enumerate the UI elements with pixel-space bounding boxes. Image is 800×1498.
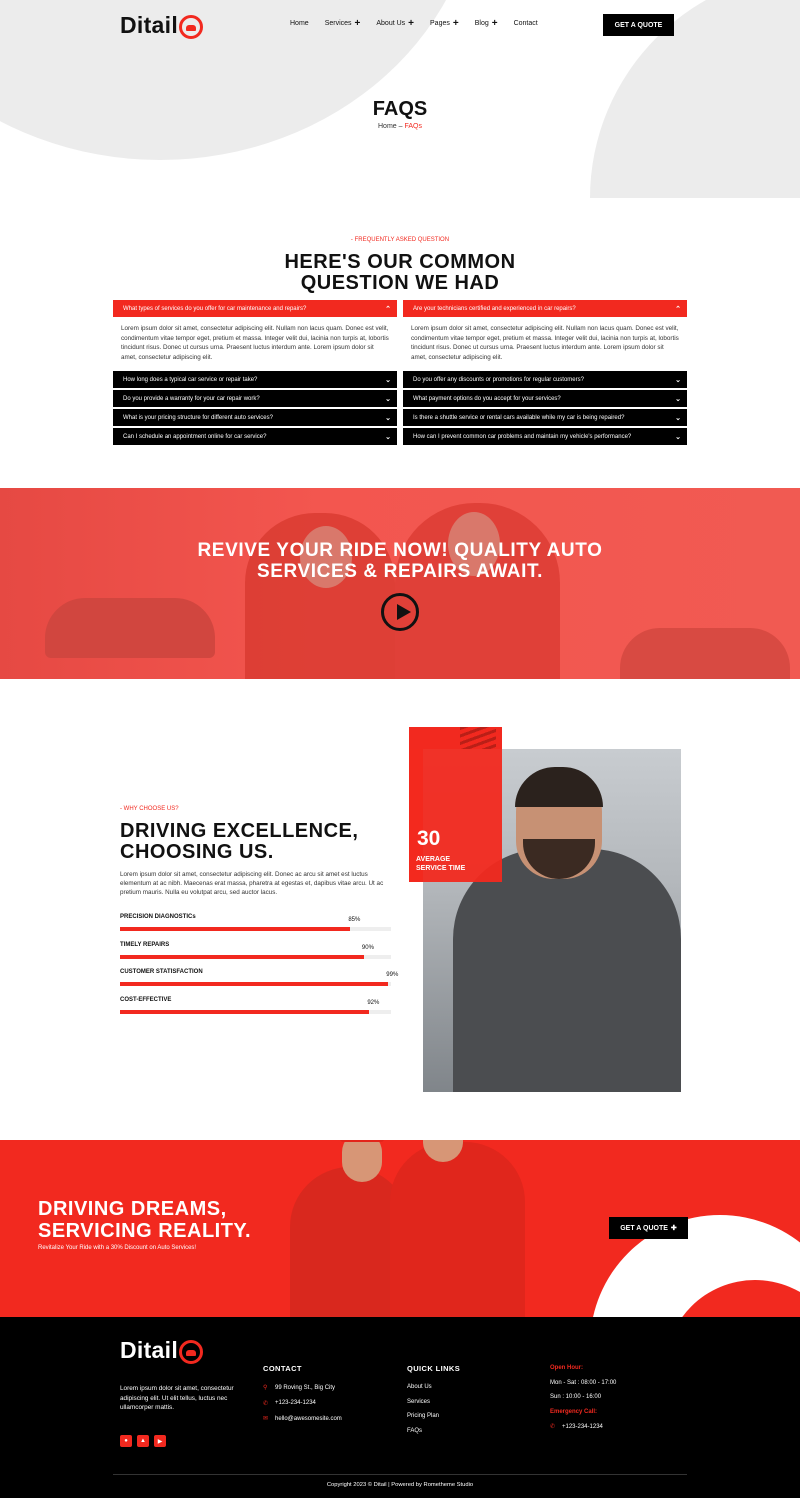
footer-logo[interactable]: Ditail xyxy=(120,1337,204,1364)
footer-divider xyxy=(113,1474,687,1475)
skill-fill xyxy=(120,1009,370,1014)
copyright: Copyright 2023 © Ditail | Powered by Rom… xyxy=(326,1482,474,1488)
skill-bars: PRECISION DIAGNOSTICs 85% TIMELY REPAIRS 9… xyxy=(120,914,398,1025)
faq-question[interactable]: How long does a typical car service or r… xyxy=(113,371,397,388)
plus-icon: ✚ xyxy=(670,1225,677,1232)
site-footer: Ditail Lorem ipsum dolor sit amet, conse… xyxy=(0,1317,800,1498)
chevron-down-icon: ⌄ xyxy=(385,376,391,384)
chevron-down-icon: ⌄ xyxy=(385,395,391,403)
faq-question[interactable]: What is your pricing structure for diffe… xyxy=(113,409,397,426)
skill-fill xyxy=(120,954,364,959)
faq-answer: Lorem ipsum dolor sit amet, consectetur … xyxy=(121,325,389,361)
why-title: DRIVING EXCELLENCE, CHOOSING US. xyxy=(120,820,359,863)
skill-bar: TIMELY REPAIRS 90% xyxy=(120,942,391,970)
skill-fill xyxy=(120,927,351,931)
faq-question[interactable]: Can I schedule an appointment online for… xyxy=(113,428,397,445)
nav-item-home[interactable]: Home xyxy=(290,20,309,27)
footer-description: Lorem ipsum dolor sit amet, consectetur … xyxy=(120,1385,234,1411)
footer-link-services[interactable]: Services xyxy=(407,1399,430,1405)
twitter-icon[interactable]: ▲ xyxy=(137,1435,149,1447)
breadcrumb: Home – FAQs xyxy=(378,123,422,130)
banner-title: REVIVE YOUR RIDE NOW! QUALITY AUTO SERVIC… xyxy=(197,540,603,582)
skill-percent: 99% xyxy=(386,972,399,978)
nav-item-pages[interactable]: Pages + xyxy=(430,18,459,29)
faq-column-left: What types of services do you offer for … xyxy=(113,300,397,447)
why-choose-us-section: - WHY CHOOSE US? DRIVING EXCELLENCE, CHOO… xyxy=(0,679,800,1140)
chevron-down-icon: ⌄ xyxy=(675,376,681,384)
hero-section: Ditail Home Services + About Us + Pages + B… xyxy=(0,0,800,200)
skill-percent: 90% xyxy=(361,944,374,951)
footer-quick-links: QUICK LINKS About Us Services Pricing Pl… xyxy=(407,1364,461,1434)
stat-label: AVERAGE SERVICE TIME xyxy=(416,856,466,872)
why-eyebrow: - WHY CHOOSE US? xyxy=(120,806,179,812)
car-silhouette xyxy=(620,628,790,679)
faq-eyebrow: - FREQUENTLY ASKED QUESTION xyxy=(350,237,450,243)
faq-question[interactable]: Do you provide a warranty for your car r… xyxy=(113,390,397,407)
car-logo-icon xyxy=(179,14,204,39)
cta-title: DRIVING DREAMS, SERVICING REALITY. xyxy=(38,1198,252,1242)
faq-question-open[interactable]: Are your technicians certified and exper… xyxy=(403,300,687,317)
chevron-up-icon: ⌃ xyxy=(385,305,391,313)
stat-number: 30 xyxy=(417,827,441,850)
faq-answer: Lorem ipsum dolor sit amet, consectetur … xyxy=(411,325,679,361)
skill-bar: CUSTOMER STATISFACTION 99% xyxy=(120,969,398,997)
nav-item-services[interactable]: Services + xyxy=(325,18,361,29)
main-nav: Home Services + About Us + Pages + Blog + Co… xyxy=(290,18,538,29)
social-links: ● ▲ ▶ xyxy=(120,1435,166,1447)
cta-quote-button[interactable]: GET A QUOTE ✚ xyxy=(609,1217,688,1239)
chevron-down-icon: ⌄ xyxy=(385,433,391,441)
car-silhouette xyxy=(45,598,215,658)
footer-link-about-us[interactable]: About Us xyxy=(407,1384,432,1390)
site-header: Ditail Home Services + About Us + Pages + B… xyxy=(0,0,800,50)
faq-question[interactable]: How can I prevent common car problems an… xyxy=(403,428,687,445)
email-icon: ✉ xyxy=(263,1416,269,1422)
faq-column-right: Are your technicians certified and exper… xyxy=(403,300,687,447)
phone-icon: ✆ xyxy=(550,1424,556,1430)
plus-icon: + xyxy=(354,18,361,29)
dribbble-icon[interactable]: ● xyxy=(120,1435,132,1447)
nav-item-about-us[interactable]: About Us + xyxy=(376,18,415,29)
skill-bar: COST-EFFECTIVE 92% xyxy=(120,997,391,1025)
mechanics-image xyxy=(290,1140,525,1317)
skill-fill xyxy=(120,982,389,986)
site-logo[interactable]: Ditail xyxy=(120,12,204,39)
plus-icon: + xyxy=(491,18,498,29)
faq-question[interactable]: Is there a shuttle service or rental car… xyxy=(403,409,687,426)
footer-link-faqs[interactable]: FAQs xyxy=(407,1428,422,1434)
chevron-down-icon: ⌄ xyxy=(385,414,391,422)
plus-icon: + xyxy=(408,18,415,29)
get-a-quote-button[interactable]: GET A QUOTE xyxy=(603,14,674,36)
footer-hours: Open Hour: Mon - Sat : 08:00 - 17:00 Sun… xyxy=(550,1365,617,1430)
video-banner: REVIVE YOUR RIDE NOW! QUALITY AUTO SERVIC… xyxy=(0,488,800,679)
skill-percent: 85% xyxy=(348,917,361,923)
footer-contact: CONTACT ⚲ 99 Roving St., Big City ✆ +123-2… xyxy=(263,1364,342,1422)
faq-question[interactable]: What payment options do you accept for y… xyxy=(403,390,687,407)
footer-link-pricing-plan[interactable]: Pricing Plan xyxy=(407,1413,439,1419)
chevron-up-icon: ⌃ xyxy=(675,305,681,313)
location-icon: ⚲ xyxy=(263,1385,268,1391)
plus-icon: + xyxy=(452,18,459,29)
breadcrumb-home-link[interactable]: Home xyxy=(378,123,397,130)
nav-item-blog[interactable]: Blog + xyxy=(475,18,498,29)
nav-item-contact[interactable]: Contact xyxy=(514,20,538,27)
skill-bar: PRECISION DIAGNOSTICs 85% xyxy=(120,914,391,942)
phone-icon: ✆ xyxy=(263,1400,269,1407)
car-logo-icon xyxy=(179,1339,204,1364)
chevron-down-icon: ⌄ xyxy=(675,433,681,441)
chevron-down-icon: ⌄ xyxy=(675,414,681,422)
skill-percent: 92% xyxy=(367,999,380,1006)
faq-question[interactable]: Do you offer any discounts or promotions… xyxy=(403,371,687,388)
why-description: Lorem ipsum dolor sit amet, consectetur … xyxy=(120,871,384,897)
cta-section: DRIVING DREAMS, SERVICING REALITY. Revita… xyxy=(0,1140,800,1317)
faq-title: HERE'S OUR COMMON QUESTION WE HAD xyxy=(284,251,516,294)
faq-section: - FREQUENTLY ASKED QUESTION HERE'S OUR C… xyxy=(0,200,800,488)
chevron-down-icon: ⌄ xyxy=(675,395,681,403)
faq-question-open[interactable]: What types of services do you offer for … xyxy=(113,300,397,317)
page-title: FAQS xyxy=(372,98,428,120)
cta-subtitle: Revitalize Your Ride with a 30% Discount… xyxy=(38,1245,197,1251)
youtube-icon[interactable]: ▶ xyxy=(154,1435,166,1447)
breadcrumb-current: FAQs xyxy=(404,123,422,130)
play-icon[interactable] xyxy=(381,593,419,631)
